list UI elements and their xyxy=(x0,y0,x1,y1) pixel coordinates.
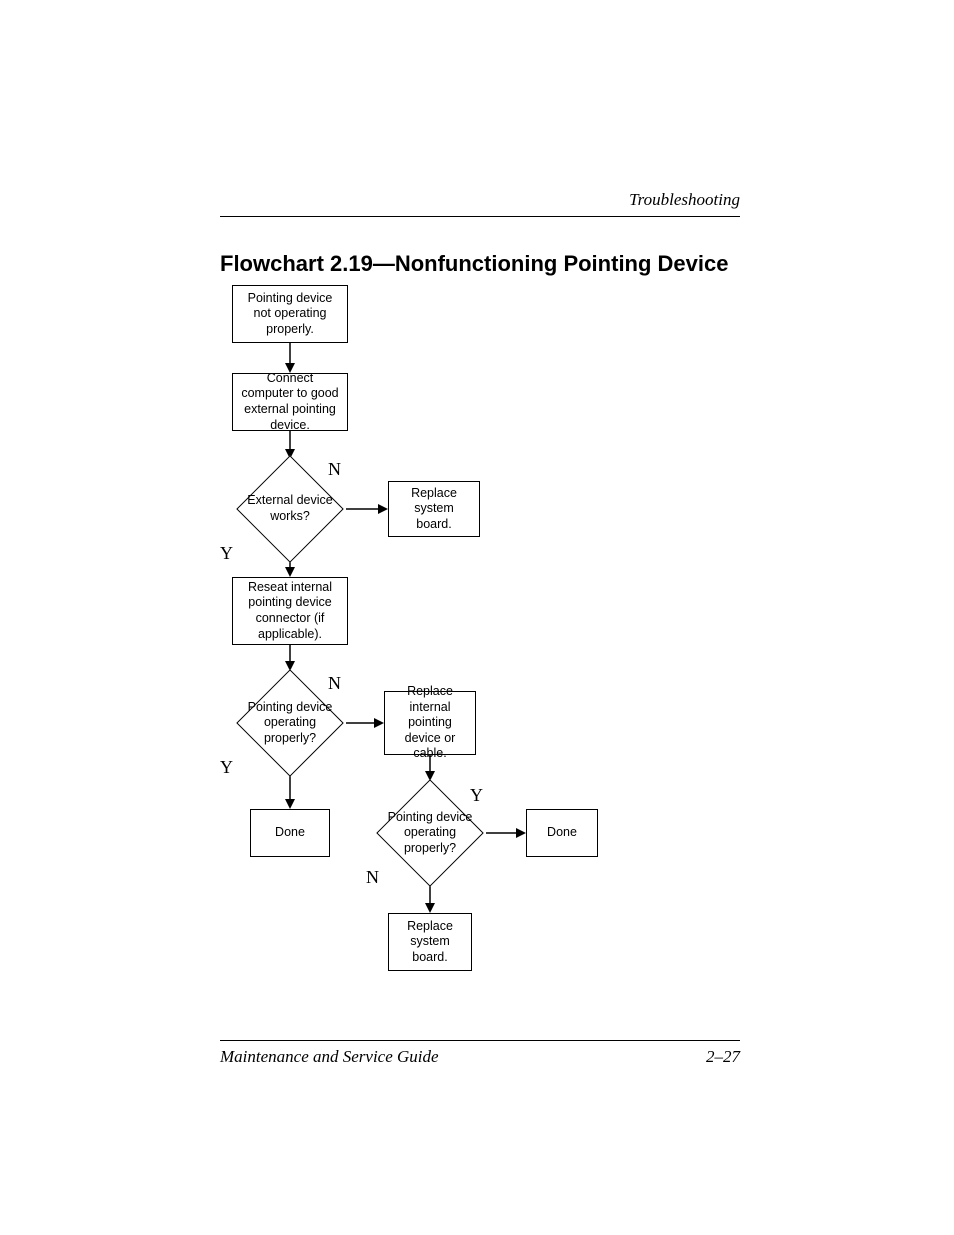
node-done-1-text: Done xyxy=(275,825,305,841)
footer-left: Maintenance and Service Guide xyxy=(220,1047,439,1067)
node-replace-internal-text: Replace internal pointing device or cabl… xyxy=(391,684,469,762)
label-no-3: N xyxy=(366,867,379,888)
node-replace-board-1-text: Replace system board. xyxy=(395,486,473,533)
label-yes-1: Y xyxy=(220,543,233,564)
node-done-2-text: Done xyxy=(547,825,577,841)
flowchart-diagram: Pointing device not operating properly. … xyxy=(220,285,650,1005)
label-yes-2: Y xyxy=(220,757,233,778)
node-replace-board-1: Replace system board. xyxy=(388,481,480,537)
footer-right: 2–27 xyxy=(706,1047,740,1067)
node-step2: Reseat internal pointing device connecto… xyxy=(232,577,348,645)
node-done-2: Done xyxy=(526,809,598,857)
node-step1-text: Connect computer to good external pointi… xyxy=(239,371,341,434)
label-yes-3: Y xyxy=(470,785,483,806)
header-section: Troubleshooting xyxy=(220,190,740,217)
node-done-1: Done xyxy=(250,809,330,857)
page-footer: Maintenance and Service Guide 2–27 xyxy=(220,1040,740,1067)
page-title: Flowchart 2.19—Nonfunctioning Pointing D… xyxy=(220,251,740,277)
node-start-text: Pointing device not operating properly. xyxy=(239,291,341,338)
node-step1: Connect computer to good external pointi… xyxy=(232,373,348,431)
node-replace-board-2-text: Replace system board. xyxy=(395,919,465,966)
node-start: Pointing device not operating properly. xyxy=(232,285,348,343)
label-no-1: N xyxy=(328,459,341,480)
label-no-2: N xyxy=(328,673,341,694)
node-replace-internal: Replace internal pointing device or cabl… xyxy=(384,691,476,755)
node-step2-text: Reseat internal pointing device connecto… xyxy=(239,580,341,643)
node-replace-board-2: Replace system board. xyxy=(388,913,472,971)
